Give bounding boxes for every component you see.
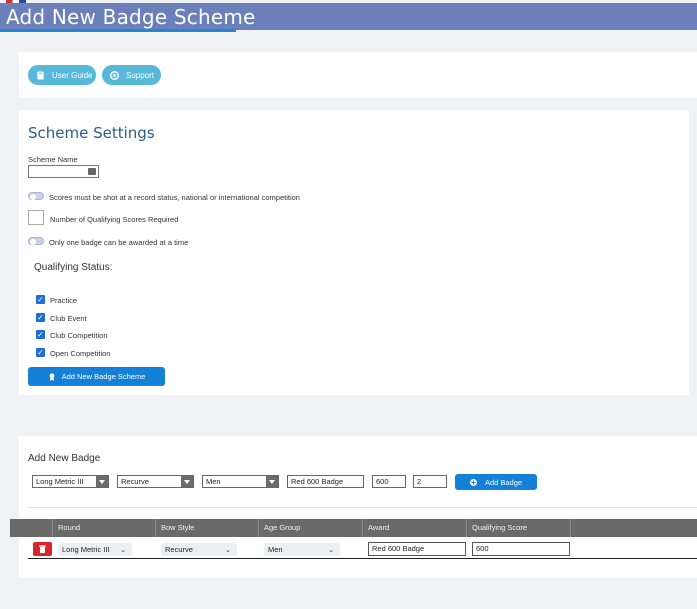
award-input[interactable]: Red 600 Badge: [287, 475, 364, 488]
row-award-input[interactable]: Red 600 Badge: [368, 542, 466, 556]
open-competition-label: Open Competition: [50, 349, 111, 358]
scheme-settings-card: [19, 110, 689, 395]
row-age-group-value: Men: [268, 545, 283, 554]
table-header-round: Round: [53, 519, 156, 537]
table-header-actions: [10, 519, 53, 537]
chevron-down-icon: ⌄: [225, 547, 231, 554]
record-status-toggle-label: Scores must be shot at a record status, …: [49, 193, 300, 202]
table-header-award: Award: [363, 519, 467, 537]
row-age-group-select[interactable]: Men ⌄: [264, 543, 340, 556]
open-competition-checkbox[interactable]: ✓: [36, 348, 45, 357]
practice-checkbox[interactable]: ✓: [36, 295, 45, 304]
chevron-down-icon[interactable]: [96, 476, 108, 487]
row-round-value: Long Metric III: [62, 545, 110, 554]
one-badge-toggle-label: Only one badge can be awarded at a time: [49, 238, 189, 247]
chevron-down-icon: ⌄: [328, 547, 334, 554]
plus-circle-icon: [469, 478, 477, 486]
table-header-age-group: Age Group: [259, 519, 363, 537]
support-button[interactable]: Support: [102, 65, 161, 85]
trash-icon: [39, 545, 46, 553]
table-header-qualifying-score: Qualifying Score: [467, 519, 571, 537]
bow-style-select[interactable]: Recurve: [117, 475, 194, 488]
chevron-down-icon[interactable]: [181, 476, 193, 487]
help-card: User Guide Support: [19, 52, 697, 98]
add-new-badge-scheme-button[interactable]: Add New Badge Scheme: [28, 367, 165, 386]
add-badge-button[interactable]: Add Badge: [455, 474, 537, 490]
age-group-select[interactable]: Men: [202, 475, 279, 488]
page-title: Add New Badge Scheme: [6, 5, 256, 29]
record-status-toggle[interactable]: [28, 192, 44, 200]
delete-row-button[interactable]: [33, 542, 52, 556]
club-competition-checkbox[interactable]: ✓: [36, 330, 45, 339]
divider: [28, 507, 697, 508]
score-count-input[interactable]: 2: [413, 475, 447, 488]
support-label: Support: [126, 70, 155, 80]
user-guide-label: User Guide: [52, 70, 93, 80]
scheme-name-label: Scheme Name: [28, 155, 78, 164]
user-guide-button[interactable]: User Guide: [28, 65, 96, 85]
qualifying-count-input[interactable]: [28, 210, 44, 225]
club-event-label: Club Event: [50, 314, 87, 323]
chevron-down-icon[interactable]: [266, 476, 278, 487]
header-accent-bar: [0, 29, 236, 32]
badges-table-header: Round Bow Style Age Group Award Qualifyi…: [10, 519, 697, 537]
add-new-badge-scheme-label: Add New Badge Scheme: [61, 372, 146, 381]
one-badge-toggle[interactable]: [28, 237, 44, 245]
row-round-select[interactable]: Long Metric III ⌄: [58, 543, 132, 556]
book-icon: [37, 70, 44, 80]
qualifying-score-input[interactable]: 600: [372, 475, 406, 488]
badge-icon: [49, 372, 54, 381]
qualifying-count-label: Number of Qualifying Scores Required: [50, 215, 179, 224]
table-header-bow-style: Bow Style: [156, 519, 259, 537]
row-score-input[interactable]: 600: [472, 542, 570, 556]
age-group-select-value: Men: [206, 477, 221, 486]
lifebuoy-icon: [110, 70, 119, 80]
qualifying-status-heading: Qualifying Status:: [34, 262, 113, 273]
add-badge-label: Add Badge: [484, 477, 523, 487]
club-event-checkbox[interactable]: ✓: [36, 313, 45, 322]
practice-label: Practice: [50, 296, 78, 305]
round-select-value: Long Metric III: [36, 477, 84, 486]
page-header: Add New Badge Scheme: [0, 3, 697, 30]
add-badge-heading: Add New Badge: [28, 453, 101, 464]
bow-style-select-value: Recurve: [121, 477, 149, 486]
row-bow-style-select[interactable]: Recurve ⌄: [161, 543, 237, 556]
club-competition-label: Club Competition: [50, 331, 108, 340]
scheme-settings-heading: Scheme Settings: [28, 124, 155, 142]
row-bow-style-value: Recurve: [165, 545, 193, 554]
keyboard-icon[interactable]: [88, 168, 96, 175]
scheme-name-input[interactable]: [28, 165, 99, 178]
round-select[interactable]: Long Metric III: [32, 475, 109, 488]
chevron-down-icon: ⌄: [120, 547, 126, 554]
